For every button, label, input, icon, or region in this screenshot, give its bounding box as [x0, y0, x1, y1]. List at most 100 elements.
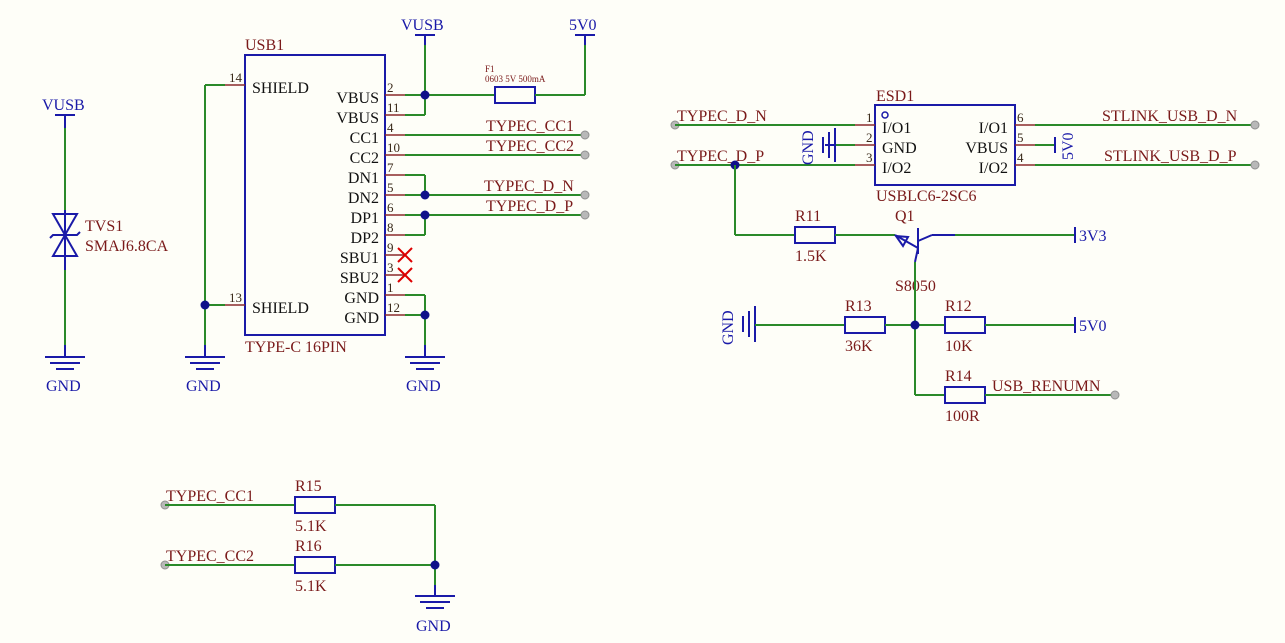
q1-ref: Q1: [895, 208, 915, 225]
resistor-r14: [944, 386, 986, 404]
esd1-pin-num: 3: [866, 150, 873, 165]
usb1-pin-name: DP2: [351, 230, 379, 247]
net-label-st-dn: STLINK_USB_D_N: [1102, 108, 1238, 125]
resistor-r12: [944, 316, 986, 334]
shield-ground-wiring: GND: [185, 84, 225, 395]
net-label-r15: TYPEC_CC1: [166, 488, 254, 505]
net-terminal: [580, 210, 590, 220]
r13-value: 36K: [845, 338, 873, 355]
junction-dot: [420, 310, 430, 320]
net-label-cc2: TYPEC_CC2: [486, 138, 574, 155]
usb1-pin-num: 5: [387, 180, 394, 195]
esd1-pin-name: GND: [882, 140, 917, 157]
schematic-canvas: VUSB TVS1 SMAJ6.8CA GND USB1 TYPE-C 16PI…: [42, 17, 1260, 635]
tvs-diode-symbol: [49, 210, 81, 270]
esd1-pin-name: I/O2: [979, 160, 1008, 177]
5v0-power-label: 5V0: [569, 17, 597, 34]
gnd-label-esd: GND: [800, 130, 817, 165]
usb1-pin-name: DN1: [348, 170, 379, 187]
esd1-chip: ESD1 USBLC6-2SC6 1 2 3 I/O1 GND I/O2 6 5…: [855, 88, 1035, 205]
gnd-label-usb: GND: [406, 378, 441, 395]
junction-dot: [910, 320, 920, 330]
fuse-f1: [494, 86, 536, 104]
f1-ref: F1: [485, 64, 495, 74]
esd1-pin-num: 4: [1017, 150, 1024, 165]
usb1-pin-name: GND: [344, 310, 379, 327]
esd1-pin-name: I/O2: [882, 160, 911, 177]
usb1-pin-num: 3: [387, 260, 394, 275]
esd1-pin-num: 2: [866, 130, 873, 145]
esd1-pin-num: 1: [866, 110, 873, 125]
junction-dot: [200, 300, 210, 310]
r12-value: 10K: [945, 338, 973, 355]
junction-dot: [420, 190, 430, 200]
r14-value: 100R: [945, 408, 980, 425]
junction-dot: [420, 90, 430, 100]
resistor-r13: [844, 316, 886, 334]
usb1-pin-name: GND: [344, 290, 379, 307]
usb1-pin-name: VBUS: [336, 110, 379, 127]
usb1-ref: USB1: [245, 37, 284, 54]
usb1-value: TYPE-C 16PIN: [245, 339, 347, 356]
net-label-renum: USB_RENUMN: [992, 378, 1101, 395]
esd1-pin-num: 6: [1017, 110, 1024, 125]
r15-ref: R15: [295, 478, 322, 495]
tvs1-value: SMAJ6.8CA: [85, 238, 169, 255]
r16-value: 5.1K: [295, 578, 327, 595]
usb1-left-pin-name: SHIELD: [252, 300, 309, 317]
usb1-left-pin-num: 13: [229, 290, 242, 305]
resistor-r15: [294, 496, 336, 514]
usb1-left-pin-name: SHIELD: [252, 80, 309, 97]
junction-dot: [420, 210, 430, 220]
net-terminal: [580, 150, 590, 160]
3v3-label: 3V3: [1079, 228, 1107, 245]
usb1-pin-num: 8: [387, 220, 394, 235]
esd1-pin-name: VBUS: [965, 140, 1008, 157]
gnd-label-cc: GND: [416, 618, 451, 635]
esd1-ref: ESD1: [876, 88, 914, 105]
resistor-r11: [794, 226, 836, 244]
usb1-left-pin-num: 14: [229, 70, 243, 85]
esd1-pin-name: I/O1: [979, 120, 1008, 137]
esd1-pin-num: 5: [1017, 130, 1024, 145]
vusb-power-label: VUSB: [401, 17, 444, 34]
r11-ref: R11: [795, 208, 821, 225]
net-terminal: [580, 130, 590, 140]
net-label-dn: TYPEC_D_N: [484, 178, 574, 195]
usb1-pin-num: 10: [387, 140, 400, 155]
transistor-q1: [893, 228, 955, 263]
usb1-pin-name: SBU1: [340, 250, 379, 267]
5v0-label-r12: 5V0: [1079, 318, 1107, 335]
r16-ref: R16: [295, 538, 322, 555]
usb1-pin-name: DP1: [351, 210, 379, 227]
gnd-symbol-tvs: [45, 345, 85, 370]
f1-value: 0603 5V 500mA: [485, 74, 546, 84]
resistor-r16: [294, 556, 336, 574]
usb1-pin-num: 11: [387, 100, 400, 115]
usb1-pin-name: VBUS: [336, 90, 379, 107]
tvs1-ref: TVS1: [85, 218, 123, 235]
esd1-value: USBLC6-2SC6: [876, 188, 976, 205]
usb1-pin-name: CC2: [350, 150, 379, 167]
usb1-pin-num: 9: [387, 240, 394, 255]
usb1-pin-num: 6: [387, 200, 394, 215]
vusb-power-label: VUSB: [42, 97, 85, 114]
junction-dot: [430, 560, 440, 570]
net-label-cc1: TYPEC_CC1: [486, 118, 574, 135]
gnd-label-tvs: GND: [46, 378, 81, 395]
net-label-st-dp: STLINK_USB_D_P: [1104, 148, 1237, 165]
usb1-pin-num: 7: [387, 160, 394, 175]
r14-ref: R14: [945, 368, 972, 385]
net-terminal: [1110, 390, 1120, 400]
usb1-pin-num: 1: [387, 280, 394, 295]
usb1-connector: USB1 TYPE-C 16PIN 14 SHIELD 13 SHIELD 2 …: [225, 37, 405, 356]
net-terminal: [580, 190, 590, 200]
usb1-pin-name: DN2: [348, 190, 379, 207]
gnd-label-shield: GND: [186, 378, 221, 395]
net-label-dp: TYPEC_D_P: [486, 198, 573, 215]
usb1-pin-num: 12: [387, 300, 400, 315]
esd1-pin-name: I/O1: [882, 120, 911, 137]
usb1-pin-num: 4: [387, 120, 394, 135]
5v0-label-esd: 5V0: [1060, 132, 1077, 160]
vbus-wiring: VUSB F1 0603 5V 500mA 5V0: [401, 17, 597, 116]
